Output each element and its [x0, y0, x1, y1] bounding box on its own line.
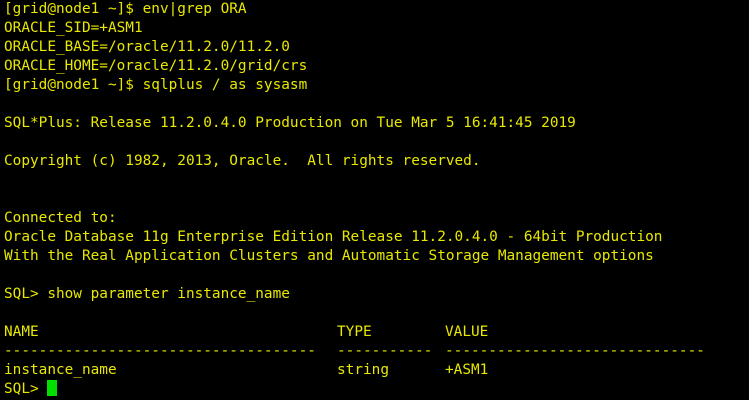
table-separator-row: ------------------------------------ ----…	[4, 342, 749, 361]
column-header-value: VALUE	[445, 324, 489, 340]
terminal-line: Connected to:	[4, 210, 117, 226]
column-header-name: NAME	[4, 324, 39, 340]
terminal-line: Copyright (c) 1982, 2013, Oracle. All ri…	[4, 153, 481, 169]
cell-name: instance_name	[4, 362, 117, 378]
terminal-line: [grid@node1 ~]$ sqlplus / as sysasm	[4, 77, 308, 93]
terminal-line: ORACLE_HOME=/oracle/11.2.0/grid/crs	[4, 58, 308, 74]
terminal-line: SQL*Plus: Release 11.2.0.4.0 Production …	[4, 115, 576, 131]
separator-value: ------------------------------	[445, 343, 705, 359]
sql-prompt: SQL>	[4, 381, 48, 397]
column-header-type: TYPE	[337, 324, 372, 340]
cell-value: +ASM1	[445, 362, 489, 378]
terminal-line: ORACLE_SID=+ASM1	[4, 20, 143, 36]
separator-type: -----------	[337, 343, 433, 359]
cell-type: string	[337, 362, 389, 378]
terminal-line: With the Real Application Clusters and A…	[4, 248, 654, 264]
table-header-row: NAME TYPE VALUE	[4, 323, 749, 342]
terminal-line: Oracle Database 11g Enterprise Edition R…	[4, 229, 663, 245]
table-row: instance_name string +ASM1	[4, 361, 749, 380]
terminal-line: SQL> show parameter instance_name	[4, 286, 290, 302]
terminal-line: [grid@node1 ~]$ env|grep ORA	[4, 1, 247, 17]
text-cursor	[47, 380, 58, 396]
terminal-window[interactable]: [grid@node1 ~]$ env|grep ORA ORACLE_SID=…	[0, 0, 749, 400]
separator-name: ------------------------------------	[4, 343, 316, 359]
command-prompt-line[interactable]: SQL>	[4, 380, 749, 399]
terminal-line: ORACLE_BASE=/oracle/11.2.0/11.2.0	[4, 39, 290, 55]
